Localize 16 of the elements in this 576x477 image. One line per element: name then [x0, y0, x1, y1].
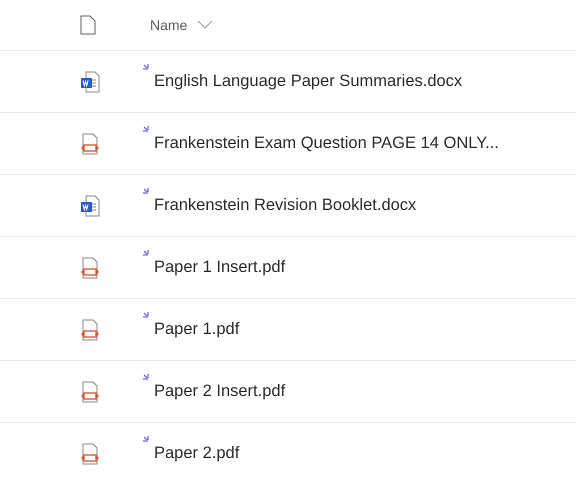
word-document-icon: [80, 70, 100, 92]
pdf-document-icon: [80, 132, 100, 154]
word-document-icon: [80, 194, 100, 216]
file-type-icon: [80, 15, 96, 35]
pdf-document-icon: [80, 442, 100, 464]
file-name-link[interactable]: Paper 2 Insert.pdf: [154, 382, 286, 401]
file-name-link[interactable]: Frankenstein Exam Question PAGE 14 ONLY...: [154, 134, 499, 153]
pdf-document-icon: [80, 380, 100, 402]
pdf-document-icon: [80, 256, 100, 278]
name-column-header[interactable]: Name: [150, 15, 214, 35]
file-name-link[interactable]: Frankenstein Revision Booklet.docx: [154, 196, 416, 215]
file-name-link[interactable]: Paper 2.pdf: [154, 444, 240, 463]
file-name-link[interactable]: English Language Paper Summaries.docx: [154, 72, 462, 91]
pdf-document-icon: [80, 318, 100, 340]
file-name-link[interactable]: Paper 1.pdf: [154, 320, 240, 339]
file-name-link[interactable]: Paper 1 Insert.pdf: [154, 258, 286, 277]
